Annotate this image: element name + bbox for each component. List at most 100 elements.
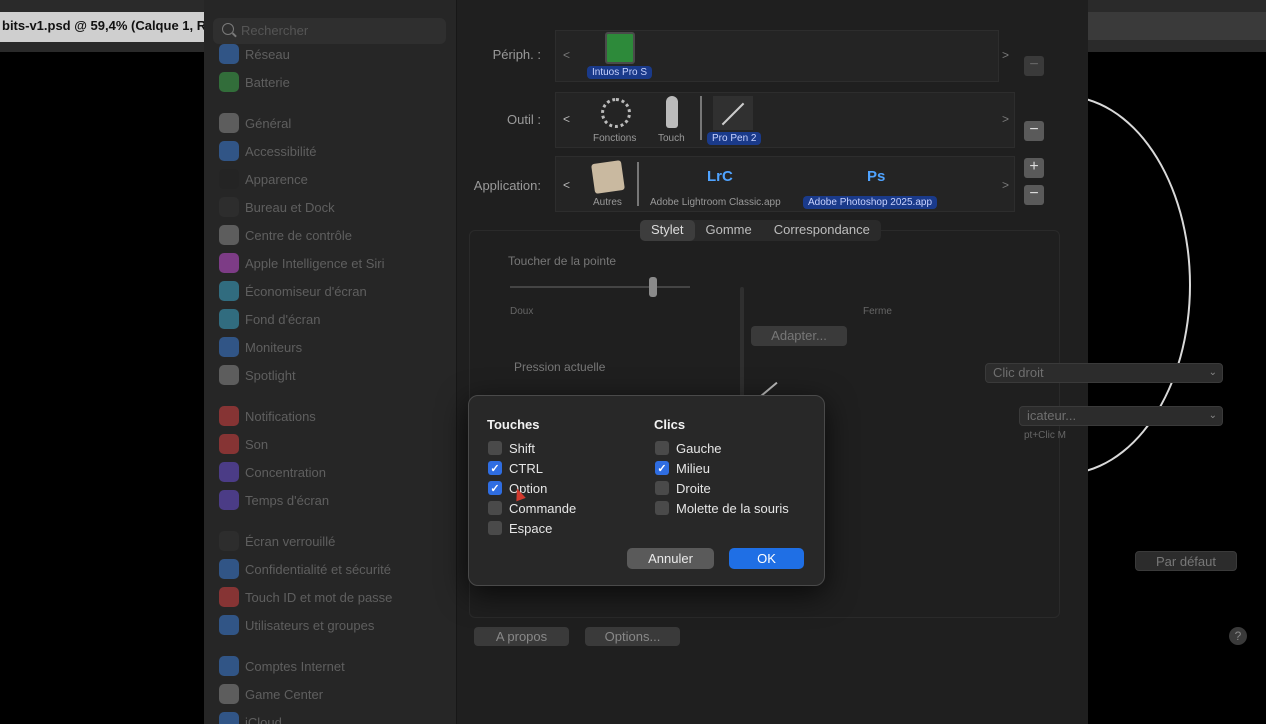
sidebar-item-icon — [219, 406, 239, 426]
periph-device-label[interactable]: Intuos Pro S — [587, 66, 653, 79]
sidebar-item-label: Bureau et Dock — [245, 199, 335, 215]
checkbox[interactable] — [488, 521, 502, 535]
photoshop-document-tab[interactable]: bits-v1.psd @ 59,4% (Calque 1, R — [0, 12, 205, 42]
touches-checkbox-row[interactable]: Espace — [488, 519, 552, 537]
tab-stylet[interactable]: Stylet — [640, 220, 695, 241]
app-lightroom[interactable]: Adobe Lightroom Classic.app — [650, 197, 781, 208]
tool-touch[interactable]: Touch — [658, 133, 685, 144]
application-remove-button[interactable]: − — [1024, 185, 1044, 205]
periph-prev[interactable]: < — [563, 48, 570, 62]
ferme-label: Ferme — [863, 306, 892, 317]
sidebar-item[interactable]: Fond d'écran — [219, 308, 320, 330]
sidebar-item-icon — [219, 615, 239, 635]
checkbox[interactable]: ✓ — [488, 461, 502, 475]
checkbox[interactable] — [655, 481, 669, 495]
sidebar-item[interactable]: Touch ID et mot de passe — [219, 586, 392, 608]
app-photoshop[interactable]: Adobe Photoshop 2025.app — [803, 196, 937, 209]
sidebar-item[interactable]: iCloud — [219, 711, 282, 724]
sidebar-item-icon — [219, 587, 239, 607]
sidebar-item-icon — [219, 559, 239, 579]
sidebar-item[interactable]: Spotlight — [219, 364, 296, 386]
periph-next[interactable]: > — [1002, 48, 1009, 62]
sidebar-item[interactable]: Game Center — [219, 683, 323, 705]
pressure-slider-knob[interactable] — [649, 277, 657, 297]
sidebar-item[interactable]: Centre de contrôle — [219, 224, 352, 246]
help-button[interactable]: ? — [1229, 627, 1247, 645]
shortcut-label: pt+Clic M — [1024, 430, 1066, 441]
sidebar-item[interactable]: Accessibilité — [219, 140, 317, 162]
tab-correspondance[interactable]: Correspondance — [763, 220, 881, 241]
clics-checkbox-row[interactable]: Gauche — [655, 439, 722, 457]
adapter-button[interactable]: Adapter... — [751, 326, 847, 346]
application-prev[interactable]: < — [563, 178, 570, 192]
button-function-dropdown-2[interactable]: icateur... ⌄ — [1019, 406, 1223, 426]
sidebar-item[interactable]: Moniteurs — [219, 336, 302, 358]
fonctions-icon — [601, 98, 631, 128]
outil-remove-button[interactable]: − — [1024, 121, 1044, 141]
application-add-button[interactable]: + — [1024, 158, 1044, 178]
sidebar-item-label: Écran verrouillé — [245, 533, 336, 549]
outil-next[interactable]: > — [1002, 112, 1009, 126]
sidebar-item-icon — [219, 462, 239, 482]
sidebar-item[interactable]: Concentration — [219, 461, 326, 483]
outil-prev[interactable]: < — [563, 112, 570, 126]
sidebar-item[interactable]: Temps d'écran — [219, 489, 329, 511]
sidebar-item-label: Fond d'écran — [245, 311, 321, 327]
sidebar-item[interactable]: Son — [219, 433, 268, 455]
touches-checkbox-row[interactable]: ✓ CTRL — [488, 459, 543, 477]
checkbox[interactable]: ✓ — [488, 481, 502, 495]
sidebar-item[interactable]: Réseau — [219, 43, 290, 65]
app-autres[interactable]: Autres — [593, 197, 622, 208]
sidebar-item-icon — [219, 72, 239, 92]
sidebar-item-label: Centre de contrôle — [245, 227, 352, 243]
sidebar-item[interactable]: Apple Intelligence et Siri — [219, 252, 384, 274]
touches-checkbox-row[interactable]: Commande — [488, 499, 576, 517]
par-defaut-button[interactable]: Par défaut — [1135, 551, 1237, 571]
app-separator — [637, 162, 639, 206]
ok-button[interactable]: OK — [729, 548, 804, 569]
clics-checkbox-row[interactable]: ✓ Milieu — [655, 459, 710, 477]
photoshop-icon: Ps — [867, 168, 886, 185]
checkbox[interactable] — [655, 441, 669, 455]
options-button[interactable]: Options... — [585, 627, 680, 646]
a-propos-button[interactable]: A propos — [474, 627, 569, 646]
sidebar-item-label: Temps d'écran — [245, 492, 330, 508]
sidebar-item-icon — [219, 141, 239, 161]
button-function-dropdown-1[interactable]: Clic droit ⌄ — [985, 363, 1223, 383]
sidebar-item[interactable]: Bureau et Dock — [219, 196, 335, 218]
tab-gomme[interactable]: Gomme — [695, 220, 763, 241]
sidebar-item[interactable]: Comptes Internet — [219, 655, 345, 677]
cancel-button[interactable]: Annuler — [627, 548, 714, 569]
pressure-slider-track[interactable] — [510, 286, 690, 288]
sidebar-item[interactable]: Écran verrouillé — [219, 530, 335, 552]
sidebar-item-label: Général — [245, 115, 292, 131]
checkbox[interactable] — [488, 501, 502, 515]
clics-checkbox-row[interactable]: Droite — [655, 479, 711, 497]
sidebar-item-icon — [219, 337, 239, 357]
search-input[interactable]: Rechercher — [213, 18, 446, 44]
sidebar-item[interactable]: Notifications — [219, 405, 316, 427]
sidebar: Rechercher Réseau Batterie Général Accessib… — [204, 0, 457, 724]
tool-fonctions[interactable]: Fonctions — [593, 133, 636, 144]
clics-checkbox-row[interactable]: Molette de la souris — [655, 499, 789, 517]
checkbox[interactable] — [488, 441, 502, 455]
sidebar-item-icon — [219, 365, 239, 385]
tool-pro-pen-2[interactable]: Pro Pen 2 — [707, 132, 762, 145]
sidebar-item[interactable]: Général — [219, 112, 291, 134]
checkbox-label: Commande — [509, 500, 577, 516]
sidebar-item[interactable]: Confidentialité et sécurité — [219, 558, 391, 580]
checkbox-label: CTRL — [509, 460, 543, 476]
checkbox[interactable]: ✓ — [655, 461, 669, 475]
sidebar-item[interactable]: Batterie — [219, 71, 290, 93]
touches-checkbox-row[interactable]: Shift — [488, 439, 535, 457]
checkbox[interactable] — [655, 501, 669, 515]
sidebar-item-label: Comptes Internet — [245, 658, 345, 674]
periph-remove-button[interactable]: − — [1024, 56, 1044, 76]
sidebar-item[interactable]: Apparence — [219, 168, 308, 190]
sidebar-item[interactable]: Économiseur d'écran — [219, 280, 367, 302]
sidebar-item-label: Game Center — [245, 686, 324, 702]
sidebar-item-label: Réseau — [245, 46, 290, 62]
sidebar-item[interactable]: Utilisateurs et groupes — [219, 614, 374, 636]
application-next[interactable]: > — [1002, 178, 1009, 192]
toucher-title: Toucher de la pointe — [508, 254, 617, 268]
